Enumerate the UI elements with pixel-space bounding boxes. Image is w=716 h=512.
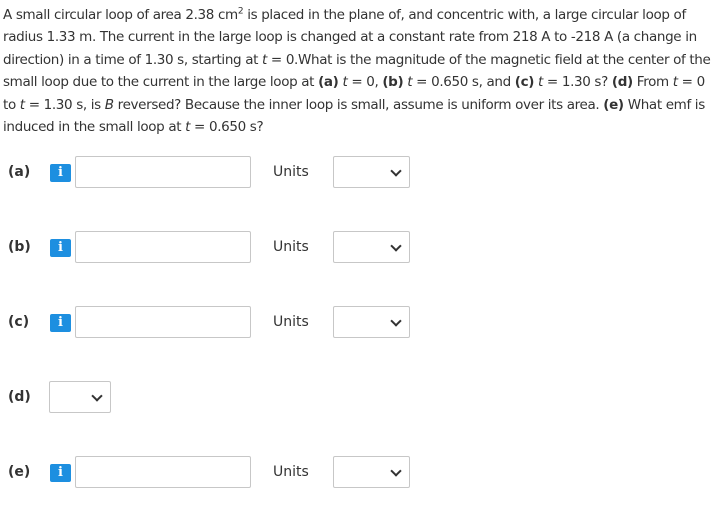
part-label-e: (e) [8,464,31,480]
part-label-c: (c) [8,314,30,330]
info-icon[interactable]: i [50,164,71,182]
answer-row-e: (e) i Units [0,456,716,490]
chevron-down-icon [390,240,402,252]
question-text: A small circular loop of area 2.38 cm2 i… [3,6,711,136]
units-select-c[interactable] [333,306,410,338]
units-label-e: Units [273,464,309,480]
units-label-b: Units [273,239,309,255]
units-label-c: Units [273,314,309,330]
info-icon[interactable]: i [50,239,71,257]
part-label-a: (a) [8,164,31,180]
answer-row-c: (c) i Units [0,306,716,340]
info-icon[interactable]: i [50,314,71,332]
chevron-down-icon [390,465,402,477]
units-select-b[interactable] [333,231,410,263]
part-label-b: (b) [8,239,31,255]
reversed-select-d[interactable] [49,381,111,413]
answer-row-a: (a) i Units [0,156,716,190]
units-select-a[interactable] [333,156,410,188]
units-label-a: Units [273,164,309,180]
answer-input-c[interactable] [75,306,251,338]
info-icon[interactable]: i [50,464,71,482]
chevron-down-icon [390,315,402,327]
part-label-d: (d) [8,389,31,405]
chevron-down-icon [91,390,103,402]
units-select-e[interactable] [333,456,410,488]
chevron-down-icon [390,165,402,177]
answer-row-b: (b) i Units [0,231,716,265]
answer-input-a[interactable] [75,156,251,188]
answer-row-d: (d) [0,381,716,415]
answer-input-b[interactable] [75,231,251,263]
answer-input-e[interactable] [75,456,251,488]
